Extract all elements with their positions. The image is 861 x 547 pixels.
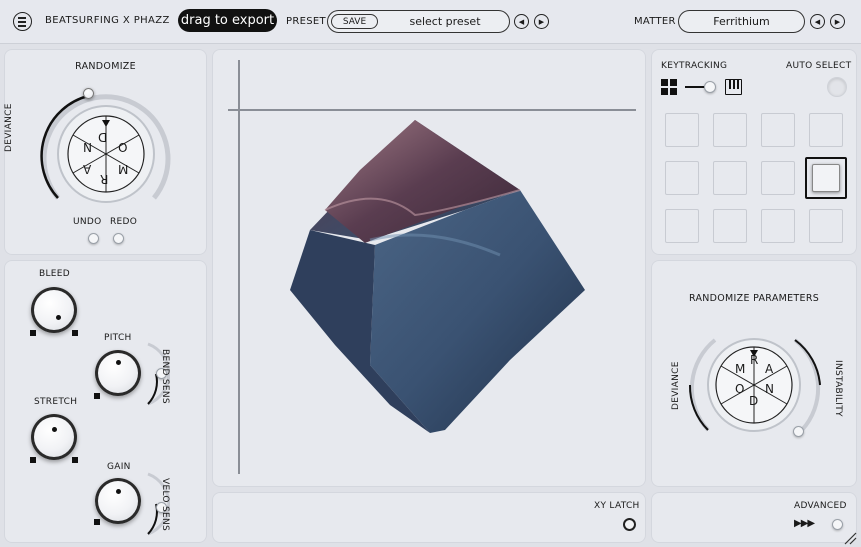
pitch-knob-indicator	[116, 360, 121, 365]
randomize-wheel[interactable]	[36, 84, 176, 224]
bleed-knob-indicator	[56, 315, 61, 320]
matter-selector[interactable]: Ferrithium	[678, 10, 805, 33]
wheel-letter: D	[98, 130, 108, 144]
keytracking-switch[interactable]	[704, 81, 716, 93]
advanced-panel	[651, 492, 857, 543]
advanced-arrows-icon[interactable]: ▶▶▶	[794, 518, 815, 529]
keytracking-pad[interactable]	[809, 113, 843, 147]
bleed-label: BLEED	[39, 269, 70, 279]
undo-label: UNDO	[73, 217, 102, 227]
pitch-knob[interactable]	[95, 350, 141, 396]
bleed-knob[interactable]	[31, 287, 77, 333]
auto-select-toggle[interactable]	[827, 77, 847, 97]
wheel-letter: A	[83, 162, 92, 176]
xy-vertical-axis	[238, 60, 240, 474]
gain-knob-indicator	[116, 489, 121, 494]
bleed-min-marker	[30, 330, 36, 336]
instability-label: INSTABILITY	[833, 360, 843, 417]
velo-sens-label: VELO SENS	[160, 478, 170, 532]
wheel-letter: R	[750, 353, 759, 367]
xy-latch-toggle[interactable]	[623, 518, 636, 531]
matter-label: MATTER	[634, 16, 676, 27]
redo-label: REDO	[110, 217, 138, 227]
gain-min-marker	[94, 519, 100, 525]
keytracking-pad[interactable]	[713, 113, 747, 147]
keytracking-pad[interactable]	[805, 157, 847, 199]
matter-prev-button[interactable]: ◀	[810, 14, 825, 29]
keytracking-title: KEYTRACKING	[661, 61, 728, 71]
selected-pad-indicator	[812, 164, 840, 192]
advanced-toggle[interactable]	[832, 519, 843, 530]
matter-cube-visual[interactable]	[280, 115, 600, 440]
gain-knob[interactable]	[95, 478, 141, 524]
instability-handle[interactable]	[793, 426, 804, 437]
piano-keys-icon[interactable]	[725, 79, 742, 95]
chevron-right-icon: ▶	[834, 17, 841, 26]
wheel-letter: A	[765, 362, 774, 376]
grid-icon[interactable]	[661, 79, 677, 95]
preset-next-button[interactable]: ▶	[534, 14, 549, 29]
chevron-right-icon: ▶	[538, 17, 545, 26]
deviance-label: DEVIANCE	[4, 103, 14, 152]
hamburger-menu-icon[interactable]	[13, 12, 32, 31]
advanced-label: ADVANCED	[794, 501, 847, 511]
stretch-min-marker	[30, 457, 36, 463]
chevron-left-icon: ◀	[814, 17, 821, 26]
keytracking-pad[interactable]	[713, 161, 747, 195]
keytracking-pad[interactable]	[761, 161, 795, 195]
auto-select-label: AUTO SELECT	[786, 61, 852, 71]
deviance-handle[interactable]	[83, 88, 94, 99]
randomize-parameters-wheel[interactable]	[680, 330, 830, 440]
preset-name[interactable]: select preset	[380, 15, 510, 28]
resize-handle-icon[interactable]	[843, 531, 857, 545]
xy-latch-panel	[212, 492, 646, 543]
pitch-min-marker	[94, 393, 100, 399]
drag-to-export-button[interactable]: drag to export	[178, 9, 277, 32]
wheel-letter: N	[83, 140, 92, 154]
wheel-letter: R	[100, 172, 109, 186]
randomize-parameters-title: RANDOMIZE PARAMETERS	[688, 293, 820, 304]
keytracking-pad[interactable]	[713, 209, 747, 243]
randomize-title: RANDOMIZE	[75, 61, 136, 72]
keytracking-pad[interactable]	[761, 209, 795, 243]
stretch-knob[interactable]	[31, 414, 77, 460]
keytracking-pad[interactable]	[665, 161, 699, 195]
bend-sens-label: BEND SENS	[160, 349, 170, 404]
bleed-max-marker	[72, 330, 78, 336]
matter-next-button[interactable]: ▶	[830, 14, 845, 29]
stretch-max-marker	[72, 457, 78, 463]
redo-button[interactable]	[113, 233, 124, 244]
wheel-letter: O	[118, 140, 128, 154]
save-preset-button[interactable]: SAVE	[331, 14, 378, 29]
keytracking-pad[interactable]	[665, 209, 699, 243]
xy-latch-label: XY LATCH	[594, 501, 640, 511]
xy-horizontal-axis	[228, 109, 636, 111]
deviance-params-label: DEVIANCE	[671, 361, 681, 410]
wheel-letter: O	[735, 382, 745, 396]
wheel-letter: N	[765, 382, 774, 396]
undo-button[interactable]	[88, 233, 99, 244]
wheel-letter: D	[749, 394, 759, 408]
stretch-label: STRETCH	[34, 397, 78, 407]
wheel-letter: M	[118, 162, 129, 176]
preset-prev-button[interactable]: ◀	[514, 14, 529, 29]
stretch-knob-indicator	[52, 427, 57, 432]
chevron-left-icon: ◀	[518, 17, 525, 26]
keytracking-pad[interactable]	[761, 113, 795, 147]
keytracking-pad[interactable]	[665, 113, 699, 147]
preset-label: PRESET	[286, 16, 326, 27]
app-title: BEATSURFING X PHAZZ	[45, 15, 170, 26]
wheel-letter: M	[735, 362, 746, 376]
keytracking-pad[interactable]	[809, 209, 843, 243]
